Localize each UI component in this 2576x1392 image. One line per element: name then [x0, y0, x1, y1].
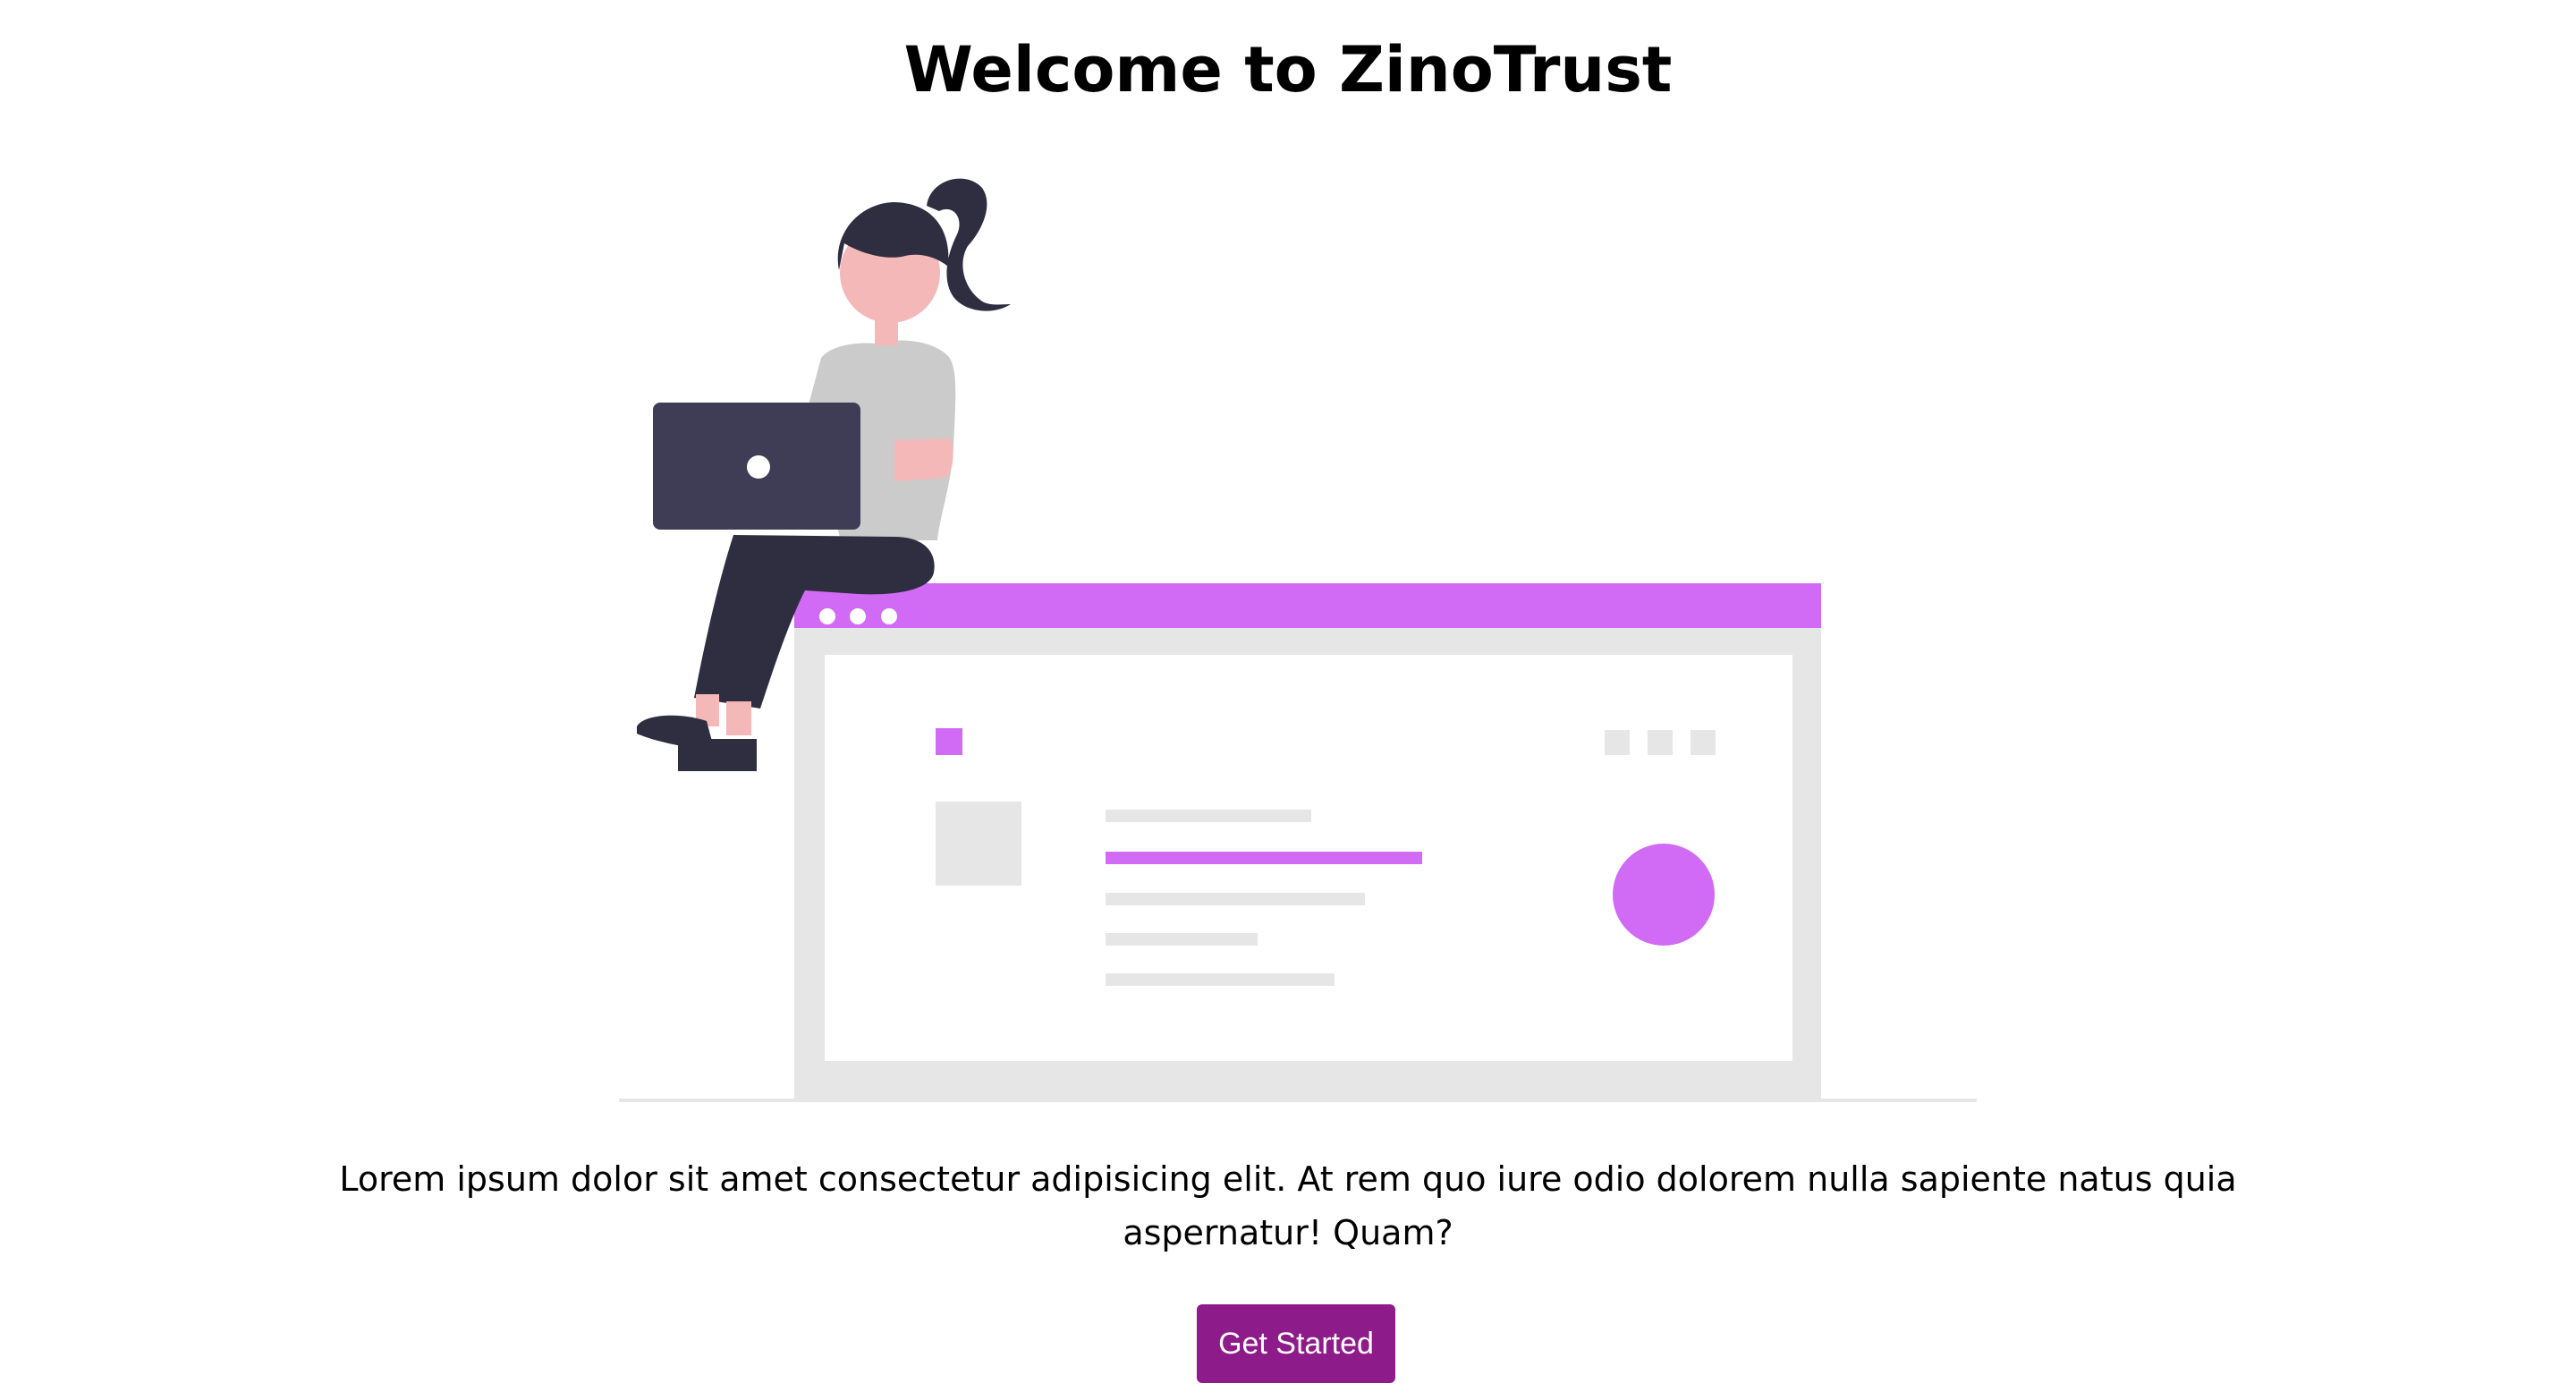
- browser-window: [794, 583, 1821, 1099]
- description-text: Lorem ipsum dolor sit amet consectetur a…: [339, 1159, 2237, 1252]
- text-line-accent: [1106, 852, 1422, 864]
- image-placeholder: [936, 802, 1021, 886]
- menu-box-3: [1690, 730, 1716, 755]
- shoe-right: [678, 739, 757, 771]
- laptop: [653, 403, 860, 530]
- text-line-1: [1106, 810, 1311, 822]
- pants: [694, 535, 935, 709]
- accent-circle: [1613, 844, 1715, 946]
- browser-frame: [794, 583, 1821, 1099]
- shirt: [807, 340, 956, 540]
- face: [840, 223, 940, 323]
- menu-box-2: [1648, 730, 1673, 755]
- text-line-3: [1106, 933, 1258, 946]
- text-line-2: [1106, 893, 1365, 905]
- window-dot-2: [850, 608, 866, 624]
- window-dot-1: [819, 608, 835, 624]
- shoe-left: [637, 715, 714, 749]
- logo-square: [936, 728, 962, 755]
- window-dot-3: [881, 608, 897, 624]
- hair: [837, 202, 949, 270]
- arm: [894, 438, 953, 481]
- get-started-button[interactable]: Get Started: [1197, 1304, 1395, 1383]
- laptop-logo: [747, 455, 770, 479]
- landing-page: Welcome to ZinoTrust Lorem ipsum dolor s…: [0, 0, 2576, 1392]
- neck: [875, 315, 898, 345]
- ankle-right: [726, 701, 751, 735]
- browser-content: [825, 655, 1792, 1061]
- menu-box-1: [1605, 730, 1630, 755]
- ponytail: [927, 178, 1011, 311]
- browser-title-bar: [794, 583, 1821, 628]
- text-line-4: [1106, 973, 1335, 986]
- page-title: Welcome to ZinoTrust: [903, 33, 1673, 106]
- woman-figure: [637, 178, 1011, 771]
- ankle-left: [696, 694, 719, 726]
